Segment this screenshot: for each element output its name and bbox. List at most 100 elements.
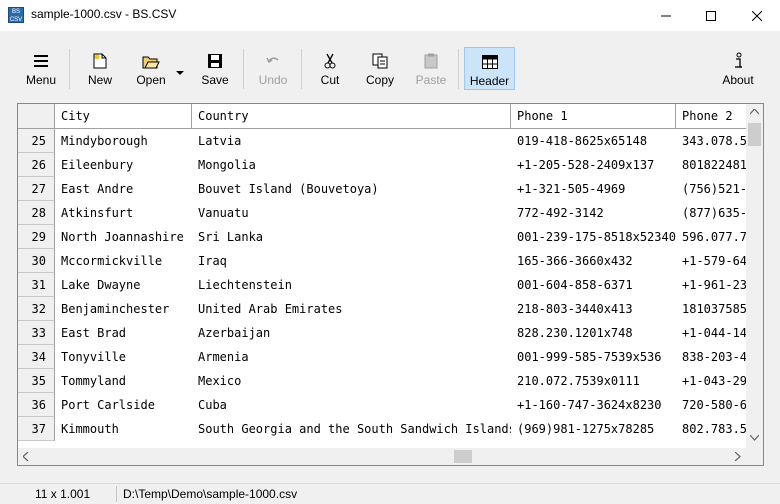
- cell-country[interactable]: United Arab Emirates: [192, 297, 511, 321]
- cell-phone1[interactable]: 019-418-8625x65148: [511, 129, 676, 153]
- column-header-country[interactable]: Country: [192, 104, 511, 129]
- cut-label: Cut: [320, 73, 340, 87]
- scroll-up-arrow-icon[interactable]: [750, 109, 759, 115]
- cell-phone1[interactable]: 001-604-858-6371: [511, 273, 676, 297]
- cell-city[interactable]: East Brad: [55, 321, 192, 345]
- row-number[interactable]: 36: [18, 393, 55, 417]
- row-number[interactable]: 31: [18, 273, 55, 297]
- cell-phone2[interactable]: +1-043-29: [676, 369, 756, 393]
- row-number[interactable]: 30: [18, 249, 55, 273]
- row-number[interactable]: 37: [18, 417, 55, 441]
- new-button[interactable]: New: [83, 47, 117, 91]
- cell-city[interactable]: Port Carlside: [55, 393, 192, 417]
- menu-button[interactable]: Menu: [22, 47, 60, 91]
- row-number[interactable]: 26: [18, 153, 55, 177]
- cell-city[interactable]: Atkinsfurt: [55, 201, 192, 225]
- cell-phone1[interactable]: +1-160-747-3624x8230: [511, 393, 676, 417]
- row-number[interactable]: 29: [18, 225, 55, 249]
- cell-country[interactable]: Liechtenstein: [192, 273, 511, 297]
- horizontal-scroll-thumb[interactable]: [454, 450, 472, 463]
- scroll-right-arrow-icon[interactable]: [735, 452, 741, 461]
- save-button[interactable]: Save: [198, 47, 232, 91]
- cell-city[interactable]: Benjaminchester: [55, 297, 192, 321]
- hamburger-icon: [34, 51, 48, 71]
- cell-city[interactable]: Tommyland: [55, 369, 192, 393]
- scroll-down-arrow-icon[interactable]: [750, 435, 759, 441]
- cell-phone2[interactable]: (756)521-: [676, 177, 756, 201]
- cell-phone2[interactable]: 838-203-4: [676, 345, 756, 369]
- cell-phone1[interactable]: 210.072.7539x0111: [511, 369, 676, 393]
- title-bar: BS CSV sample-1000.csv - BS.CSV: [0, 0, 780, 31]
- cell-country[interactable]: South Georgia and the South Sandwich Isl…: [192, 417, 511, 441]
- cell-city[interactable]: Eileenbury: [55, 153, 192, 177]
- row-number[interactable]: 27: [18, 177, 55, 201]
- cell-phone1[interactable]: 001-999-585-7539x536: [511, 345, 676, 369]
- row-number[interactable]: 32: [18, 297, 55, 321]
- cell-phone2[interactable]: +1-961-23: [676, 273, 756, 297]
- row-number[interactable]: 25: [18, 129, 55, 153]
- minimize-button[interactable]: [643, 0, 689, 31]
- cell-phone1[interactable]: 001-239-175-8518x52340: [511, 225, 676, 249]
- row-number[interactable]: 35: [18, 369, 55, 393]
- maximize-button[interactable]: [688, 0, 734, 31]
- cell-city[interactable]: Tonyville: [55, 345, 192, 369]
- column-header-city[interactable]: City: [55, 104, 192, 129]
- scroll-left-arrow-icon[interactable]: [23, 452, 29, 461]
- cell-phone1[interactable]: +1-205-528-2409x137: [511, 153, 676, 177]
- cell-country[interactable]: Mexico: [192, 369, 511, 393]
- data-grid[interactable]: City Country Phone 1 Phone 2 25 Mindyboro…: [17, 103, 764, 466]
- about-button[interactable]: About: [718, 47, 758, 91]
- cell-phone2[interactable]: 181037585: [676, 297, 756, 321]
- cell-city[interactable]: East Andre: [55, 177, 192, 201]
- vertical-scrollbar[interactable]: [746, 104, 763, 448]
- paste-button[interactable]: Paste: [413, 47, 449, 91]
- cell-city[interactable]: Kimmouth: [55, 417, 192, 441]
- cell-country[interactable]: Cuba: [192, 393, 511, 417]
- cell-phone2[interactable]: +1-579-64: [676, 249, 756, 273]
- cut-button[interactable]: Cut: [314, 47, 346, 91]
- cell-city[interactable]: Mccormickville: [55, 249, 192, 273]
- cell-phone2[interactable]: (877)635-: [676, 201, 756, 225]
- cell-city[interactable]: Lake Dwayne: [55, 273, 192, 297]
- cell-phone2[interactable]: 343.078.5: [676, 129, 756, 153]
- cell-phone1[interactable]: +1-321-505-4969: [511, 177, 676, 201]
- close-button[interactable]: [734, 0, 780, 31]
- vertical-scroll-thumb[interactable]: [748, 123, 761, 146]
- cell-phone1[interactable]: 218-803-3440x413: [511, 297, 676, 321]
- cell-country[interactable]: Azerbaijan: [192, 321, 511, 345]
- cell-phone2[interactable]: 801822481: [676, 153, 756, 177]
- cell-phone1[interactable]: 828.230.1201x748: [511, 321, 676, 345]
- header-toggle-button[interactable]: Header: [464, 47, 515, 90]
- about-label: About: [722, 73, 754, 87]
- cell-country[interactable]: Latvia: [192, 129, 511, 153]
- row-number[interactable]: 28: [18, 201, 55, 225]
- row-number[interactable]: 34: [18, 345, 55, 369]
- cell-phone2[interactable]: +1-044-14: [676, 321, 756, 345]
- column-header-phone-1[interactable]: Phone 1: [511, 104, 676, 129]
- cell-city[interactable]: Mindyborough: [55, 129, 192, 153]
- scissors-icon: [324, 51, 336, 71]
- undo-button[interactable]: Undo: [255, 47, 291, 91]
- open-button[interactable]: Open: [131, 47, 171, 91]
- cell-country[interactable]: Vanuatu: [192, 201, 511, 225]
- cell-country[interactable]: Mongolia: [192, 153, 511, 177]
- cell-country[interactable]: Iraq: [192, 249, 511, 273]
- open-dropdown-button[interactable]: [176, 65, 186, 75]
- header-table-icon: [481, 52, 498, 72]
- row-number[interactable]: 33: [18, 321, 55, 345]
- cell-phone1[interactable]: 165-366-3660x432: [511, 249, 676, 273]
- cell-city[interactable]: North Joannashire: [55, 225, 192, 249]
- cell-phone1[interactable]: (969)981-1275x78285: [511, 417, 676, 441]
- horizontal-scrollbar[interactable]: [18, 448, 763, 465]
- column-header-phone-2[interactable]: Phone 2: [676, 104, 756, 129]
- cell-country[interactable]: Armenia: [192, 345, 511, 369]
- cell-country[interactable]: Sri Lanka: [192, 225, 511, 249]
- cell-phone2[interactable]: 596.077.7: [676, 225, 756, 249]
- cell-phone2[interactable]: 802.783.5: [676, 417, 756, 441]
- copy-button[interactable]: Copy: [362, 47, 398, 91]
- cell-phone2[interactable]: 720-580-6: [676, 393, 756, 417]
- header-corner[interactable]: [18, 104, 55, 129]
- cell-country[interactable]: Bouvet Island (Bouvetoya): [192, 177, 511, 201]
- undo-icon: [266, 51, 280, 71]
- cell-phone1[interactable]: 772-492-3142: [511, 201, 676, 225]
